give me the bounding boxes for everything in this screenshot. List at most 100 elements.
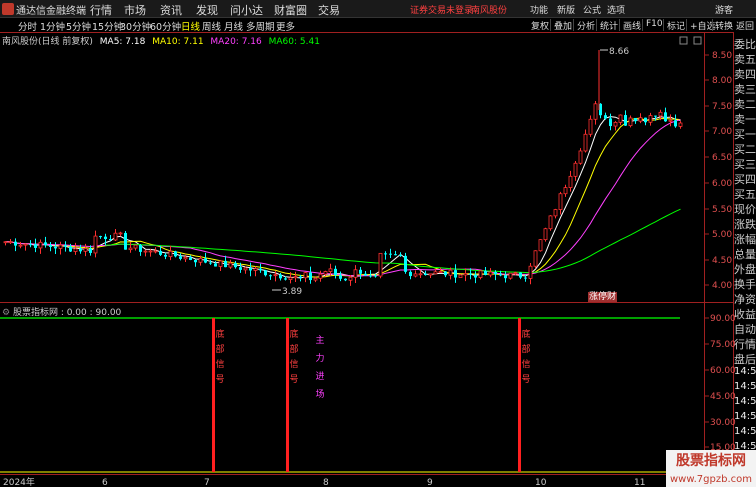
candle-body xyxy=(153,250,158,253)
ma-lines xyxy=(5,116,681,279)
candle-body xyxy=(109,239,112,241)
quote-field-label: 净资 xyxy=(734,293,756,306)
window-restore-icon[interactable] xyxy=(679,36,688,45)
candle-body xyxy=(328,268,333,272)
kline-chart[interactable]: 8.50 8.00 7.50 7.00 6.50 6.00 5.50 5.00 4.50 4.00… xyxy=(0,0,756,487)
candle-body xyxy=(218,260,223,267)
quote-field-label: 买五 xyxy=(734,188,756,201)
candle-body xyxy=(553,209,558,217)
candle-body xyxy=(284,278,287,280)
candle-body xyxy=(418,273,423,276)
quote-field-label: 涨幅 xyxy=(734,233,756,246)
candle-body xyxy=(124,232,127,250)
indicator-settings-icon[interactable]: ⚙ xyxy=(2,308,10,318)
limit-up-badge[interactable]: 涨停财 xyxy=(588,292,618,302)
candle-body xyxy=(389,253,392,255)
candle-body xyxy=(159,250,162,255)
candle-body xyxy=(243,267,248,271)
candle-body xyxy=(469,273,472,275)
low-label: 3.89 xyxy=(282,287,302,297)
candle-body xyxy=(339,275,342,279)
candle-body xyxy=(64,245,67,247)
quote-field-label: 现价 xyxy=(734,203,756,216)
candle-body xyxy=(604,115,607,119)
candle-body xyxy=(613,121,618,127)
candle-body xyxy=(409,271,412,277)
candle-body xyxy=(588,118,593,135)
candle-body xyxy=(214,263,217,267)
candle-body xyxy=(148,250,153,253)
candle-body xyxy=(183,257,188,260)
signal-label-bottom-3: 底部信号 xyxy=(521,330,531,385)
signal-label-bottom-2: 底部信号 xyxy=(289,330,299,385)
quote-field-label: 买三 xyxy=(734,158,756,171)
candle-body xyxy=(558,193,563,210)
candle-body xyxy=(448,269,453,276)
candle-body xyxy=(259,268,262,271)
candle-body xyxy=(348,276,353,281)
candle-body xyxy=(478,270,483,278)
tick-time: 14:50 xyxy=(734,381,756,392)
price-tick-label: 7.00 xyxy=(712,127,732,137)
candle-body xyxy=(204,258,207,263)
candle-body xyxy=(313,277,318,281)
ma60-line xyxy=(105,208,681,274)
candle-body xyxy=(143,250,148,253)
candle-body xyxy=(583,133,588,152)
candle-body xyxy=(44,242,47,246)
candle-body xyxy=(93,235,98,254)
quote-field-label[interactable]: 行情 xyxy=(734,336,756,352)
candle-body xyxy=(334,268,337,276)
candle-body xyxy=(454,270,457,278)
candle-body xyxy=(399,255,402,257)
candle-body xyxy=(648,115,653,123)
candle-body xyxy=(128,247,133,251)
window-max-icon[interactable] xyxy=(693,36,702,45)
candle-body xyxy=(179,256,182,259)
date-label: 10 xyxy=(535,478,547,487)
price-tick-label: 6.50 xyxy=(712,153,732,163)
candle-body xyxy=(499,274,502,276)
quote-field-label[interactable]: 盘后 xyxy=(734,351,756,367)
candle-body xyxy=(424,273,427,276)
candle-body xyxy=(433,271,438,275)
candle-body xyxy=(674,120,677,127)
indicator-tick-label: 30.00 xyxy=(710,418,736,428)
signal-label-bottom-1: 底部信号 xyxy=(215,330,225,385)
quote-field-label: 卖二 xyxy=(734,98,756,111)
candle-body xyxy=(528,265,533,279)
candle-body xyxy=(568,175,573,188)
candle-body xyxy=(309,272,312,281)
candle-body xyxy=(164,254,167,257)
quote-field-label: 总量 xyxy=(734,248,756,261)
candle-body xyxy=(404,255,407,272)
candle-body xyxy=(79,248,82,252)
candle-body xyxy=(139,245,142,252)
candle-body xyxy=(394,254,397,256)
price-axis: 8.50 8.00 7.50 7.00 6.50 6.00 5.50 5.00 4.50 4.00 xyxy=(705,51,732,291)
candle-body xyxy=(279,274,282,279)
candle-body xyxy=(494,272,497,275)
date-label: 9 xyxy=(427,478,433,487)
candle-body xyxy=(378,252,383,277)
candle-body xyxy=(34,244,37,248)
candle-body xyxy=(573,162,578,177)
quote-field-label: 收益 xyxy=(734,308,756,321)
date-label: 7 xyxy=(204,478,210,487)
candle-body xyxy=(264,270,267,276)
quote-field-label[interactable]: 自动 xyxy=(734,321,756,337)
candle-body xyxy=(299,276,302,278)
candle-body xyxy=(209,262,212,264)
candle-body xyxy=(54,246,57,249)
price-tick-label: 8.50 xyxy=(712,51,732,61)
candle-body xyxy=(228,262,233,268)
candle-body xyxy=(463,273,468,276)
candles xyxy=(3,50,683,286)
tick-time: 14:50 xyxy=(734,396,756,407)
indicator-title-text: 股票指标网 : 0.00 : 90.00 xyxy=(12,308,122,318)
ma5-line xyxy=(5,116,681,279)
candle-body xyxy=(428,273,433,276)
candle-body xyxy=(303,272,308,279)
watermark-title: 股票指标网 xyxy=(676,453,746,469)
candle-body xyxy=(344,278,347,281)
